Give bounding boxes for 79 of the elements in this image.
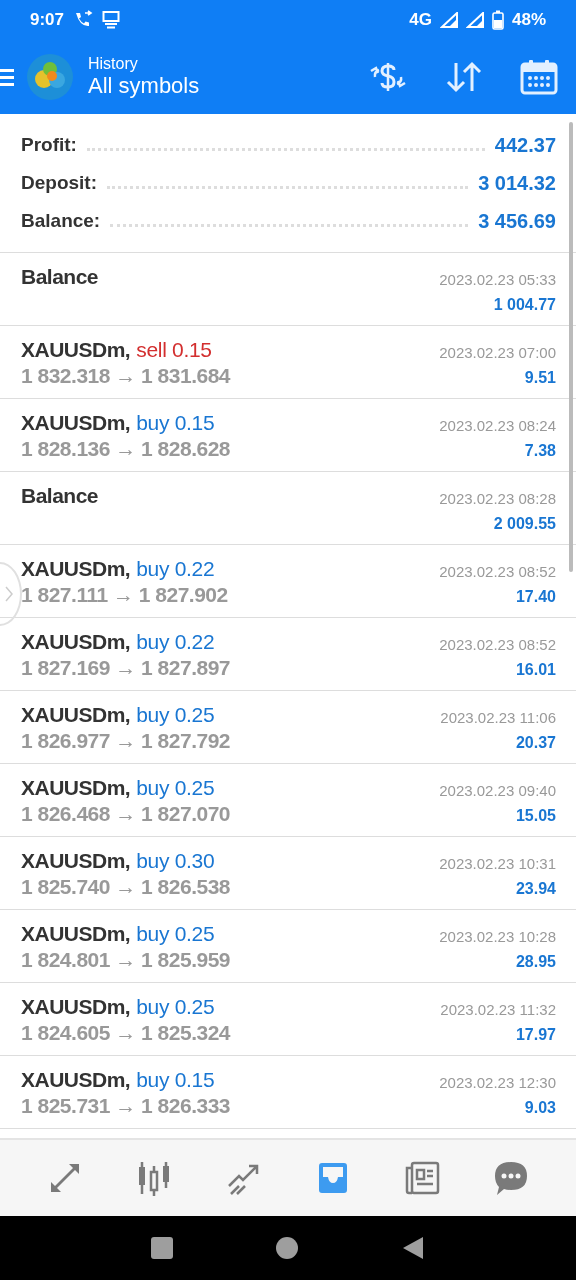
order-type: buy 0.22 bbox=[136, 630, 215, 654]
battery-level: 48% bbox=[511, 10, 546, 30]
deal-time: 2023.02.23 10:28 bbox=[439, 928, 556, 945]
order-type: buy 0.25 bbox=[136, 776, 215, 800]
order-type: buy 0.15 bbox=[136, 411, 215, 435]
signal-icon bbox=[439, 12, 458, 28]
profit-amount: 17.40 bbox=[515, 588, 556, 606]
price-range: 1 826.468 → 1 827.070 bbox=[21, 802, 230, 826]
profit-amount: 9.03 bbox=[524, 1099, 556, 1117]
order-type: buy 0.25 bbox=[136, 703, 215, 727]
deal-time: 2023.02.23 08:28 bbox=[439, 490, 556, 507]
profit-amount: 2 009.55 bbox=[493, 515, 556, 533]
price-range: 1 832.318 → 1 831.684 bbox=[21, 364, 230, 388]
signal-icon bbox=[465, 12, 484, 28]
symbol-name: XAUUSDm, bbox=[21, 411, 131, 435]
deal-time: 2023.02.23 12:30 bbox=[439, 1074, 556, 1091]
screen-subtitle: History bbox=[88, 55, 139, 73]
summary-label: Profit: bbox=[21, 134, 77, 156]
chevron-icon bbox=[4, 585, 14, 603]
symbol-name: XAUUSDm, bbox=[21, 703, 131, 727]
symbol-name: XAUUSDm, bbox=[21, 1068, 131, 1092]
summary-value: 3 456.69 bbox=[478, 209, 556, 233]
symbol-name: XAUUSDm, bbox=[21, 922, 131, 946]
symbol-name: XAUUSDm, bbox=[21, 338, 131, 362]
deal-time: 2023.02.23 11:06 bbox=[440, 709, 556, 726]
home-button[interactable] bbox=[276, 1237, 298, 1259]
price-range: 1 828.136 → 1 828.628 bbox=[21, 437, 230, 461]
profit-amount: 28.95 bbox=[515, 953, 556, 971]
deal-time: 2023.02.23 10:31 bbox=[439, 855, 556, 872]
summary-value: 442.37 bbox=[494, 133, 556, 157]
price-range: 1 827.169 → 1 827.897 bbox=[21, 656, 230, 680]
profit-amount: 16.01 bbox=[515, 661, 556, 679]
deal-time: 2023.02.23 11:32 bbox=[440, 1001, 556, 1018]
order-type: buy 0.30 bbox=[136, 849, 215, 873]
order-type: sell 0.15 bbox=[136, 338, 212, 362]
symbol-name: XAUUSDm, bbox=[21, 995, 131, 1019]
order-type: buy 0.25 bbox=[136, 922, 215, 946]
price-range: 1 824.605 → 1 825.324 bbox=[21, 1021, 230, 1045]
symbol-name: XAUUSDm, bbox=[21, 776, 131, 800]
deal-time: 2023.02.23 09:40 bbox=[439, 782, 556, 799]
deal-time: 2023.02.23 08:24 bbox=[439, 417, 556, 434]
symbol-name: XAUUSDm, bbox=[21, 557, 131, 581]
calendar-icon[interactable] bbox=[520, 59, 558, 95]
price-range: 1 825.740 → 1 826.538 bbox=[21, 875, 230, 899]
profit-amount: 23.94 bbox=[515, 880, 556, 898]
profit-amount: 9.51 bbox=[524, 369, 556, 387]
currency-exchange-icon[interactable] bbox=[368, 60, 408, 94]
deal-time: 2023.02.23 07:00 bbox=[439, 344, 556, 361]
order-type: buy 0.22 bbox=[136, 557, 215, 581]
price-range: 1 824.801 → 1 825.959 bbox=[21, 948, 230, 972]
summary-label: Deposit: bbox=[21, 172, 97, 194]
symbol-name: XAUUSDm, bbox=[21, 849, 131, 873]
summary-label: Balance: bbox=[21, 210, 101, 232]
profit-amount: 1 004.77 bbox=[493, 296, 556, 314]
order-type: buy 0.15 bbox=[136, 1068, 215, 1092]
symbol-name: XAUUSDm, bbox=[21, 630, 131, 654]
network-type: 4G bbox=[409, 10, 432, 30]
status-time: 9:07 bbox=[30, 10, 65, 30]
entry-title: Balance bbox=[21, 265, 99, 289]
recents-button[interactable] bbox=[151, 1237, 174, 1259]
profit-amount: 20.37 bbox=[515, 734, 556, 752]
screen-title: All symbols bbox=[88, 73, 200, 99]
deal-time: 2023.02.23 08:52 bbox=[439, 636, 556, 653]
entry-title: Balance bbox=[21, 484, 99, 508]
menu-icon[interactable] bbox=[0, 66, 16, 88]
deal-time: 2023.02.23 05:33 bbox=[439, 271, 556, 288]
profit-amount: 17.97 bbox=[515, 1026, 556, 1044]
profit-amount: 7.38 bbox=[524, 442, 556, 460]
order-type: buy 0.25 bbox=[136, 995, 215, 1019]
app-logo-icon bbox=[26, 53, 74, 101]
desktop-icon bbox=[102, 10, 121, 30]
summary-value: 3 014.32 bbox=[478, 171, 556, 195]
profit-amount: 15.05 bbox=[515, 807, 556, 825]
sort-icon[interactable] bbox=[444, 60, 484, 94]
battery-icon bbox=[491, 10, 504, 30]
price-range: 1 827.111 → 1 827.902 bbox=[21, 583, 228, 607]
price-range: 1 826.977 → 1 827.792 bbox=[21, 729, 230, 753]
price-range: 1 825.731 → 1 826.333 bbox=[21, 1094, 230, 1118]
deal-time: 2023.02.23 08:52 bbox=[439, 563, 556, 580]
